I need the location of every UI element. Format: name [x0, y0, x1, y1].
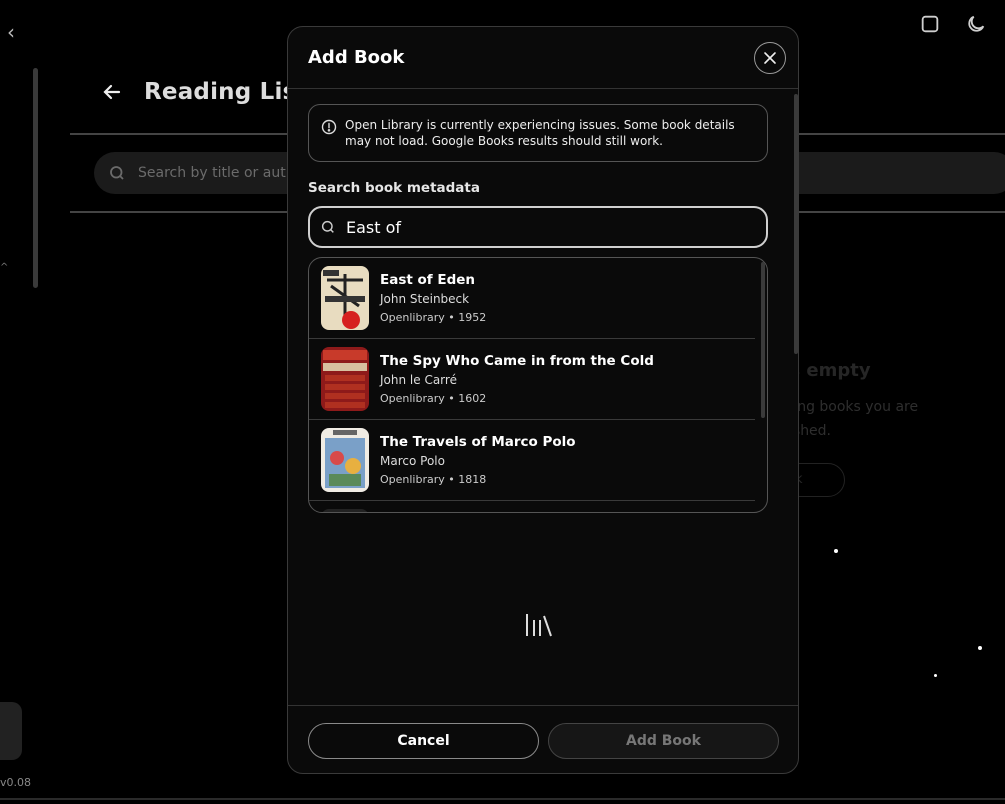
list-item[interactable]: East of Eden John Steinbeck Openlibrary …: [309, 258, 755, 339]
add-book-modal: Add Book Open Library is currently exper…: [287, 26, 799, 774]
add-book-button[interactable]: Add Book: [548, 722, 779, 759]
result-meta: Openlibrary • 1602: [380, 392, 487, 405]
list-item[interactable]: The Spy Who Came in from the Cold John l…: [309, 339, 755, 420]
result-author: Marco Polo: [380, 454, 445, 468]
result-meta: Openlibrary • 1818: [380, 473, 487, 486]
square-icon[interactable]: [919, 13, 941, 35]
result-author: John le Carré: [380, 373, 457, 387]
results-scrollbar[interactable]: [761, 262, 765, 418]
star: [834, 549, 838, 553]
result-author: John Steinbeck: [380, 292, 470, 306]
cancel-button[interactable]: Cancel: [308, 722, 539, 759]
modal-title: Add Book: [308, 47, 405, 68]
chevron-left-icon[interactable]: ‹: [2, 20, 20, 44]
star: [934, 674, 937, 677]
book-cover: [321, 347, 369, 411]
search-results[interactable]: East of Eden John Steinbeck Openlibrary …: [308, 257, 768, 513]
bottom-divider: [0, 798, 1005, 800]
info-circle-icon: [321, 119, 337, 135]
metadata-search-box[interactable]: [308, 206, 768, 248]
sidebar-user-card[interactable]: [0, 702, 22, 760]
modal-scrollbar[interactable]: [794, 94, 798, 354]
sidebar-scrollbar[interactable]: [33, 68, 38, 288]
sidebar-marker: ^: [0, 262, 9, 273]
book-cover: [321, 428, 369, 492]
page-title: Reading List: [144, 79, 308, 105]
metadata-search-input[interactable]: [344, 216, 724, 238]
result-meta: Openlibrary • 1952: [380, 311, 487, 324]
page-header: Reading List: [70, 70, 308, 114]
service-alert: Open Library is currently experiencing i…: [308, 104, 768, 162]
app-version: v0.08: [0, 776, 32, 789]
result-info: The Spy Who Came in from the Cold John l…: [380, 353, 654, 405]
modal-body: Open Library is currently experiencing i…: [288, 90, 798, 704]
result-title: East of Eden: [380, 272, 476, 288]
search-placeholder: Search by title or author: [138, 165, 309, 181]
result-title: The Spy Who Came in from the Cold: [380, 353, 654, 369]
list-item[interactable]: [309, 501, 755, 512]
book-cover: [321, 266, 369, 330]
star: [978, 646, 982, 650]
top-right-toolbar: [919, 13, 987, 35]
arrow-left-icon[interactable]: [100, 80, 124, 104]
result-info: The Travels of Marco Polo Marco Polo Ope…: [380, 434, 576, 486]
search-icon: [321, 220, 334, 233]
result-title: The Travels of Marco Polo: [380, 434, 576, 450]
book-cover: [321, 509, 369, 512]
search-label: Search book metadata: [308, 180, 480, 196]
close-button[interactable]: [754, 41, 786, 74]
alert-text: Open Library is currently experiencing i…: [345, 118, 735, 148]
library-icon: [526, 614, 552, 637]
close-icon: [764, 51, 776, 64]
modal-footer: Cancel Add Book: [288, 705, 798, 773]
search-icon: [110, 166, 124, 180]
moon-icon[interactable]: [965, 13, 987, 35]
modal-header: Add Book: [288, 27, 798, 89]
result-info: East of Eden John Steinbeck Openlibrary …: [380, 272, 486, 324]
list-item[interactable]: The Travels of Marco Polo Marco Polo Ope…: [309, 420, 755, 501]
